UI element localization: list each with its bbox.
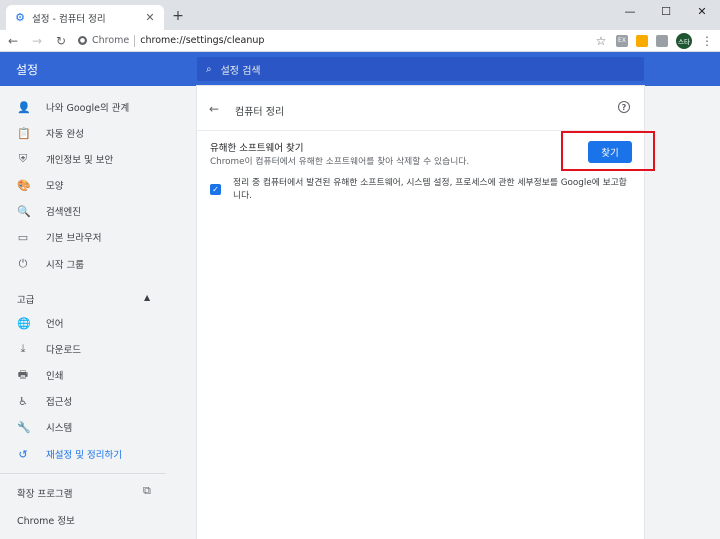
address-bar[interactable]: ● Chrome chrome://settings/cleanup bbox=[78, 32, 584, 50]
close-tab-icon[interactable]: ✕ bbox=[144, 11, 156, 24]
globe-icon: 🌐 bbox=[17, 316, 31, 330]
chevron-up-icon[interactable]: ▲ bbox=[144, 293, 150, 302]
ext-gray-icon[interactable]: EX bbox=[616, 34, 628, 47]
profile-avatar[interactable]: 스타 bbox=[676, 32, 692, 49]
browser-window-icon: ▭ bbox=[17, 230, 29, 244]
clipboard-icon: 📋 bbox=[17, 126, 31, 140]
minimize-button[interactable]: — bbox=[612, 0, 648, 22]
sidebar-item-startup[interactable]: ⏻ 시작 그룹 bbox=[0, 251, 196, 277]
sidebar-item-extensions[interactable]: 확장 프로그램 bbox=[17, 486, 72, 500]
ext-screen-icon[interactable] bbox=[656, 34, 668, 47]
download-icon: ⤓ bbox=[20, 342, 26, 355]
tab-settings[interactable]: ⚙ 설정 - 컴퓨터 정리 ✕ bbox=[6, 5, 164, 30]
settings-gear-icon: ⚙ bbox=[15, 11, 25, 24]
help-icon[interactable]: ? bbox=[618, 101, 630, 113]
forward-arrow-icon[interactable]: → bbox=[30, 34, 44, 48]
sidebar-advanced-header[interactable]: 고급 bbox=[17, 292, 34, 306]
bookmark-star-icon[interactable]: ☆ bbox=[594, 34, 608, 48]
settings-sidebar: 👤 나와 Google의 관계 📋 자동 완성 ⛨ 개인정보 및 보안 🎨 모양… bbox=[0, 86, 196, 539]
sidebar-item-default-browser[interactable]: ▭ 기본 브라우저 bbox=[0, 224, 196, 250]
sidebar-item-label: 자동 완성 bbox=[46, 129, 84, 140]
search-placeholder: 설정 검색 bbox=[220, 65, 261, 77]
sidebar-item-about-chrome[interactable]: Chrome 정보 bbox=[17, 513, 75, 527]
reset-icon: ↺ bbox=[18, 447, 28, 461]
highlight-box bbox=[561, 131, 655, 171]
sidebar-item-label: 시스템 bbox=[46, 423, 73, 434]
back-arrow-icon[interactable]: ← bbox=[209, 102, 219, 116]
close-window-button[interactable]: ✕ bbox=[684, 0, 720, 22]
maximize-button[interactable]: ☐ bbox=[648, 0, 684, 22]
palette-icon: 🎨 bbox=[17, 178, 31, 192]
find-harmful-description: Chrome이 컴퓨터에서 유해한 소프트웨어를 찾아 삭제할 수 있습니다. bbox=[210, 157, 470, 167]
chrome-page-icon: ● bbox=[78, 36, 87, 45]
sidebar-item-label: 개인정보 및 보안 bbox=[46, 155, 114, 166]
power-icon: ⏻ bbox=[18, 257, 28, 270]
report-checkbox[interactable]: ✓ bbox=[210, 184, 221, 195]
browser-toolbar: ← → ↻ ● Chrome chrome://settings/cleanup… bbox=[0, 30, 720, 52]
sidebar-item-label: 시작 그룹 bbox=[46, 260, 84, 271]
sidebar-item-label: 검색엔진 bbox=[46, 207, 81, 218]
sidebar-item-system[interactable]: 🔧 시스템 bbox=[0, 414, 196, 440]
sidebar-item-label: 다운로드 bbox=[46, 345, 81, 356]
site-chip: Chrome bbox=[92, 35, 130, 46]
sidebar-item-accessibility[interactable]: ♿ 접근성 bbox=[0, 388, 196, 414]
sidebar-item-label: 기본 브라우저 bbox=[46, 233, 102, 244]
shield-icon: ⛨ bbox=[18, 152, 28, 165]
settings-header: 설정 ⌕ 설정 검색 bbox=[0, 52, 720, 86]
sidebar-item-label: 모양 bbox=[46, 181, 64, 192]
sidebar-item-google[interactable]: 👤 나와 Google의 관계 bbox=[0, 94, 196, 120]
tab-strip: ⚙ 설정 - 컴퓨터 정리 ✕ + — ☐ ✕ bbox=[0, 0, 720, 30]
reload-icon[interactable]: ↻ bbox=[54, 34, 68, 48]
sidebar-item-printing[interactable]: 🖶 인쇄 bbox=[0, 362, 196, 388]
ext-folder-icon[interactable] bbox=[636, 34, 648, 47]
window-controls: — ☐ ✕ bbox=[612, 0, 720, 22]
sidebar-item-search-engine[interactable]: 🔍 검색엔진 bbox=[0, 198, 196, 224]
more-menu-icon[interactable]: ⋮ bbox=[700, 34, 714, 48]
wrench-icon: 🔧 bbox=[17, 420, 31, 434]
person-icon: 👤 bbox=[17, 100, 31, 114]
report-checkbox-label: 정리 중 컴퓨터에서 발견된 유해한 소프트웨어, 시스템 설정, 프로세스에 … bbox=[233, 178, 627, 201]
sidebar-item-autofill[interactable]: 📋 자동 완성 bbox=[0, 120, 196, 146]
sidebar-item-reset-cleanup[interactable]: ↺ 재설정 및 정리하기 bbox=[0, 441, 196, 467]
search-icon: 🔍 bbox=[17, 204, 31, 218]
sidebar-item-label: 언어 bbox=[46, 319, 64, 330]
accessibility-icon: ♿ bbox=[18, 394, 28, 408]
omnibox-divider bbox=[134, 34, 136, 47]
find-harmful-title: 유해한 소프트웨어 찾기 bbox=[210, 143, 304, 154]
page-title: 컴퓨터 정리 bbox=[235, 107, 285, 118]
settings-title: 설정 bbox=[16, 62, 39, 77]
new-tab-button[interactable]: + bbox=[170, 8, 186, 24]
open-in-new-icon[interactable]: ⧉ bbox=[143, 484, 151, 498]
sidebar-item-downloads[interactable]: ⤓ 다운로드 bbox=[0, 336, 196, 362]
back-arrow-icon[interactable]: ← bbox=[6, 34, 20, 48]
printer-icon: 🖶 bbox=[17, 367, 29, 381]
sidebar-item-label: 인쇄 bbox=[46, 371, 64, 382]
sidebar-item-appearance[interactable]: 🎨 모양 bbox=[0, 172, 196, 198]
sidebar-item-languages[interactable]: 🌐 언어 bbox=[0, 310, 196, 336]
settings-search-input[interactable]: ⌕ 설정 검색 bbox=[197, 57, 644, 81]
sidebar-item-label: 접근성 bbox=[46, 397, 73, 408]
url-text[interactable]: chrome://settings/cleanup bbox=[140, 35, 264, 46]
tab-title: 설정 - 컴퓨터 정리 bbox=[32, 13, 106, 25]
sidebar-divider bbox=[0, 473, 166, 474]
sidebar-item-privacy[interactable]: ⛨ 개인정보 및 보안 bbox=[0, 146, 196, 172]
sidebar-item-label: 재설정 및 정리하기 bbox=[46, 450, 122, 461]
sidebar-item-label: 나와 Google의 관계 bbox=[46, 103, 130, 114]
search-icon: ⌕ bbox=[206, 63, 212, 75]
toolbar-actions: ☆ EX 스타 ⋮ bbox=[594, 32, 714, 49]
